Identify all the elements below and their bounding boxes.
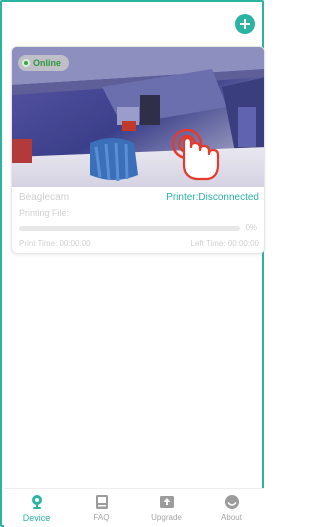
online-label: Online — [33, 58, 62, 68]
smiley-icon — [224, 494, 240, 510]
device-card[interactable]: Online Beaglecam Printer:Disconnected Pr… — [11, 46, 265, 254]
printing-file-label: Printing File: — [19, 208, 70, 218]
printer-status: Printer:Disconnected — [166, 192, 259, 203]
printer-name: Beaglecam — [19, 192, 70, 203]
camera-preview[interactable]: Online — [12, 47, 264, 187]
webcam-icon — [29, 494, 45, 510]
online-dot-icon — [22, 59, 30, 67]
tab-label-device: Device — [22, 513, 51, 523]
online-status-badge: Online — [18, 55, 70, 71]
bottom-tab-bar: Device FAQ Upgrade About — [4, 488, 264, 527]
tab-device[interactable]: Device — [4, 489, 69, 527]
tab-faq[interactable]: FAQ — [69, 489, 134, 527]
tab-upgrade[interactable]: Upgrade — [134, 489, 199, 527]
tab-label-about: About — [221, 513, 242, 522]
print-progress-bar — [19, 226, 240, 231]
tab-label-upgrade: Upgrade — [151, 513, 182, 522]
app-frame: Online Beaglecam Printer:Disconnected Pr… — [0, 0, 265, 527]
upgrade-icon — [159, 494, 175, 510]
book-icon — [94, 494, 110, 510]
print-progress-percent: 0% — [245, 223, 257, 232]
print-time: Print Time: 00:00:00 — [19, 239, 91, 248]
tab-label-faq: FAQ — [93, 513, 110, 522]
add-device-button[interactable] — [235, 14, 255, 34]
left-time: Left Time: 00:00:00 — [190, 239, 260, 248]
tab-about[interactable]: About — [199, 489, 264, 527]
